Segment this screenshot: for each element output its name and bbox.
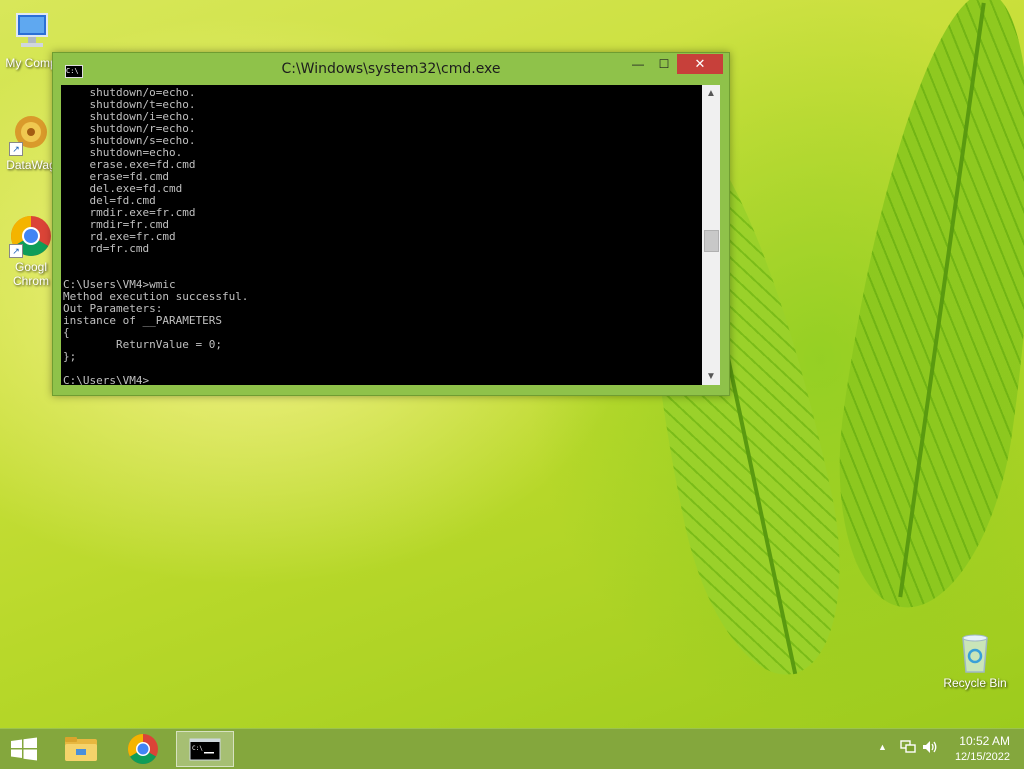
close-button[interactable]: ✕ — [677, 54, 723, 74]
sunburst-icon: ↗ — [9, 112, 53, 156]
network-icon[interactable] — [900, 740, 916, 757]
minimize-button[interactable]: — — [625, 54, 651, 74]
console-scrollbar[interactable]: ▲ ▼ — [702, 85, 720, 385]
desktop-icon-label: Recycle Bin — [943, 676, 1007, 690]
shortcut-arrow-icon: ↗ — [9, 142, 23, 156]
leaf-decoration — [817, 0, 1024, 619]
chrome-icon: ↗ — [9, 214, 53, 258]
desktop-icon-label: Googl Chrom — [12, 260, 49, 288]
scroll-up-icon[interactable]: ▲ — [702, 85, 720, 102]
chrome-icon — [127, 734, 158, 765]
start-button[interactable] — [0, 731, 48, 767]
taskbar: C:\ ▲ 10:52 AM 12/15/2022 — [0, 728, 1024, 769]
console-text: shutdown/o=echo. shutdown/t=echo. shutdo… — [63, 86, 249, 386]
recycle-bin-icon — [953, 630, 997, 674]
svg-text:C:\: C:\ — [192, 745, 203, 752]
folder-icon — [65, 737, 97, 761]
cmd-window[interactable]: C:\ C:\Windows\system32\cmd.exe — ☐ ✕ sh… — [52, 52, 730, 396]
console-output[interactable]: shutdown/o=echo. shutdown/t=echo. shutdo… — [61, 85, 702, 385]
window-titlebar[interactable]: C:\ C:\Windows\system32\cmd.exe — ☐ ✕ — [53, 53, 729, 85]
shortcut-arrow-icon: ↗ — [9, 244, 23, 258]
chevron-up-icon[interactable]: ▲ — [878, 742, 887, 752]
system-tray: ▲ 10:52 AM 12/15/2022 — [864, 729, 1024, 769]
volume-icon[interactable] — [922, 740, 938, 757]
computer-icon — [9, 10, 53, 54]
clock-time[interactable]: 10:52 AM — [959, 734, 1010, 748]
clock-date[interactable]: 12/15/2022 — [955, 751, 1010, 763]
maximize-button[interactable]: ☐ — [651, 54, 677, 74]
windows-logo-icon — [11, 737, 37, 761]
scrollbar-thumb[interactable] — [704, 230, 719, 252]
scroll-down-icon[interactable]: ▼ — [702, 368, 720, 385]
taskbar-file-explorer[interactable] — [52, 731, 110, 767]
taskbar-chrome[interactable] — [114, 731, 172, 767]
desktop-icon-recycle-bin[interactable]: Recycle Bin — [940, 630, 1010, 690]
cmd-icon: C:\ — [189, 738, 221, 761]
taskbar-command-prompt[interactable]: C:\ — [176, 731, 234, 767]
